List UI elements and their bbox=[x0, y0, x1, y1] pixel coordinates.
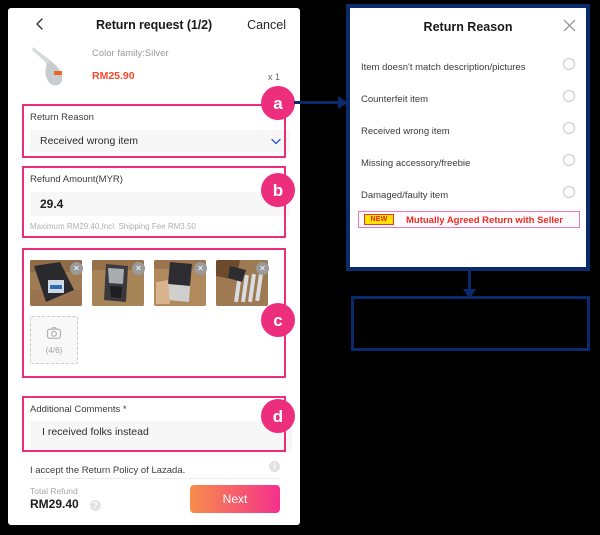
reason-option-0-label: Item doesn't match description/pictures bbox=[361, 62, 526, 73]
refund-amount-section: Refund Amount(MYR) 29.4 Maximum RM29.40,… bbox=[8, 166, 300, 238]
next-button[interactable]: Next bbox=[190, 485, 280, 513]
refund-amount-hint: Maximum RM29.40,Incl. Shipping Fee RM3.5… bbox=[30, 222, 196, 231]
additional-comments-value: I received folks instead bbox=[42, 426, 149, 438]
callout-d: d bbox=[261, 399, 295, 433]
reason-option-0-radio[interactable] bbox=[563, 58, 575, 70]
reason-option-3[interactable]: Missing accessory/freebie bbox=[361, 153, 575, 170]
empty-highlight-box bbox=[351, 296, 590, 351]
dialog-title: Return Reason bbox=[423, 20, 513, 34]
reason-option-1[interactable]: Counterfeit item bbox=[361, 89, 575, 106]
total-refund-label: Total Refund bbox=[30, 486, 78, 496]
return-reason-label: Return Reason bbox=[30, 112, 94, 123]
reason-option-4[interactable]: Damaged/faulty item bbox=[361, 185, 575, 202]
callout-a: a bbox=[261, 86, 295, 120]
footer-divider bbox=[30, 478, 280, 479]
remove-photo-3-icon[interactable]: ✕ bbox=[194, 262, 207, 275]
return-reason-value: Received wrong item bbox=[40, 135, 139, 147]
remove-photo-4-icon[interactable]: ✕ bbox=[256, 262, 269, 275]
additional-comments-section: Additional Comments * I received folks i… bbox=[8, 396, 300, 452]
phone-screen-panel: Return request (1/2) Cancel Color family… bbox=[8, 8, 300, 525]
add-photo-button[interactable]: (4/6) bbox=[30, 316, 78, 364]
product-quantity: x 1 bbox=[267, 72, 280, 82]
remove-photo-1-icon[interactable]: ✕ bbox=[70, 262, 83, 275]
return-reason-select[interactable]: Received wrong item bbox=[30, 130, 290, 152]
photo-counter: (4/6) bbox=[45, 345, 63, 355]
new-badge: NEW bbox=[364, 214, 394, 225]
reason-option-4-label: Damaged/faulty item bbox=[361, 190, 449, 201]
product-summary-row: Color family:Silver RM25.90 x 1 bbox=[8, 40, 300, 98]
camera-icon bbox=[47, 326, 61, 344]
close-icon[interactable] bbox=[563, 19, 576, 32]
chevron-down-icon bbox=[271, 132, 281, 150]
product-price: RM25.90 bbox=[92, 70, 135, 82]
reason-option-mutually-agreed[interactable]: NEW Mutually Agreed Return with Seller bbox=[358, 211, 580, 228]
return-policy-text: I accept the Return Policy of Lazada. bbox=[30, 465, 186, 476]
reason-option-1-radio[interactable] bbox=[563, 90, 575, 102]
reason-option-2[interactable]: Received wrong item bbox=[361, 121, 575, 138]
callout-b: b bbox=[261, 173, 295, 207]
reason-option-0[interactable]: Item doesn't match description/pictures bbox=[361, 57, 575, 74]
reason-option-4-radio[interactable] bbox=[563, 186, 575, 198]
total-refund-value: RM29.40 bbox=[30, 497, 79, 511]
callout-c: c bbox=[261, 303, 295, 337]
refund-amount-value: 29.4 bbox=[40, 197, 64, 211]
question-icon[interactable]: ? bbox=[90, 500, 101, 511]
refund-amount-input[interactable]: 29.4 bbox=[30, 192, 290, 216]
reason-option-3-radio[interactable] bbox=[563, 154, 575, 166]
app-header: Return request (1/2) Cancel bbox=[8, 8, 300, 44]
reason-option-1-label: Counterfeit item bbox=[361, 94, 429, 105]
return-reason-section: Return Reason Received wrong item bbox=[8, 104, 300, 158]
additional-comments-label: Additional Comments * bbox=[30, 404, 127, 415]
return-policy-row[interactable]: I accept the Return Policy of Lazada. i bbox=[30, 460, 280, 478]
additional-comments-input[interactable]: I received folks instead bbox=[30, 421, 292, 452]
product-color-family: Color family:Silver bbox=[92, 48, 169, 59]
cancel-button[interactable]: Cancel bbox=[247, 18, 286, 32]
product-thumbnail bbox=[30, 42, 82, 92]
photo-upload-section: ✕ ✕ ✕ ✕ (4/6) bbox=[8, 248, 300, 378]
reason-option-mutually-agreed-label: Mutually Agreed Return with Seller bbox=[406, 215, 563, 226]
remove-photo-2-icon[interactable]: ✕ bbox=[132, 262, 145, 275]
info-icon[interactable]: i bbox=[269, 461, 280, 472]
refund-amount-label: Refund Amount(MYR) bbox=[30, 174, 123, 185]
return-reason-dialog: Return Reason Item doesn't match descrip… bbox=[346, 4, 590, 271]
reason-option-3-label: Missing accessory/freebie bbox=[361, 158, 471, 169]
reason-option-2-label: Received wrong item bbox=[361, 126, 450, 137]
reason-option-2-radio[interactable] bbox=[563, 122, 575, 134]
